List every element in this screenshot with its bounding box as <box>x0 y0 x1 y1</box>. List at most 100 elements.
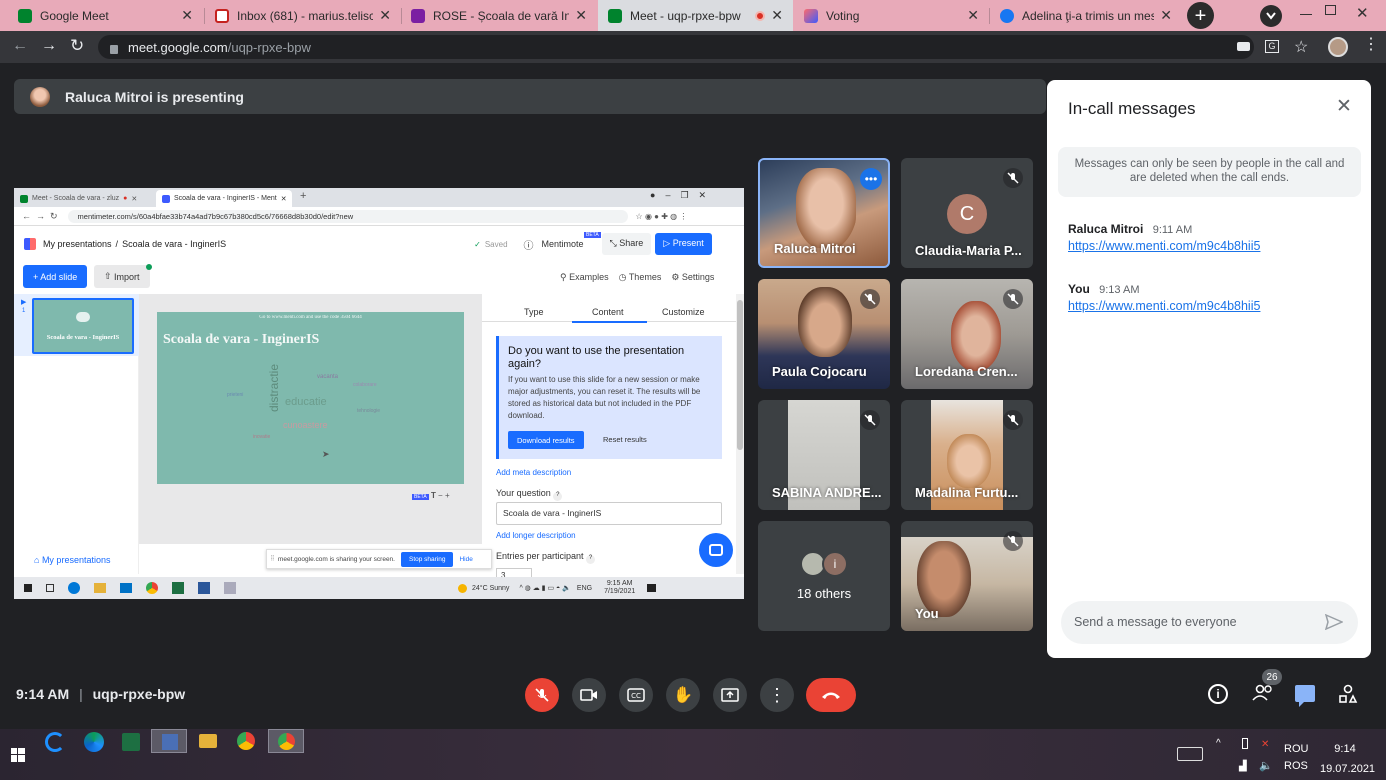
participant-tile-loredana[interactable]: Loredana Cren... <box>901 279 1033 389</box>
volume-icon[interactable]: 🔈 <box>1259 759 1273 772</box>
windows-start-icon[interactable] <box>11 748 25 762</box>
mic-off-icon <box>1003 410 1023 430</box>
participant-tile-sabina[interactable]: SABINA ANDRE... <box>758 400 890 510</box>
close-window-icon[interactable]: ✕ <box>1356 4 1369 22</box>
tab-voting[interactable]: Voting ✕ <box>794 0 989 31</box>
tab-title: Voting <box>826 8 860 23</box>
present-now-button[interactable] <box>713 678 747 712</box>
restore-icon[interactable] <box>1325 5 1336 15</box>
close-tab-icon[interactable]: ✕ <box>575 7 587 24</box>
tab-google-meet[interactable]: Google Meet ✕ <box>8 0 203 31</box>
camera-in-use-icon[interactable] <box>1237 42 1250 51</box>
mentimeter-favicon-icon <box>804 8 818 23</box>
mic-off-icon <box>1003 168 1023 188</box>
meeting-time: 9:14 AM <box>16 686 70 702</box>
tab-rose[interactable]: ROSE - Școala de vară Ingine ✕ <box>401 0 597 31</box>
people-icon <box>1252 684 1272 701</box>
input-language[interactable]: ROU ROS <box>1284 741 1308 775</box>
in-call-messages-panel: In-call messages ✕ Messages can only be … <box>1047 80 1371 658</box>
tab-inbox[interactable]: Inbox (681) - marius.telisca@ ✕ <box>205 0 401 31</box>
close-tab-icon[interactable]: ✕ <box>1160 7 1172 24</box>
participant-tile-you[interactable]: You <box>901 521 1033 631</box>
presenter-avatar <box>30 86 50 107</box>
back-icon[interactable]: ← <box>12 37 28 55</box>
tab-facebook[interactable]: Adelina ţi-a trimis un mesaj ✕ <box>990 0 1182 31</box>
close-tab-icon[interactable]: ✕ <box>967 7 979 24</box>
people-button[interactable]: 26 <box>1252 669 1282 707</box>
slide-preview: Go to www.menti.com and use the code 350… <box>157 312 464 484</box>
mic-off-icon <box>535 688 549 702</box>
keyboard-icon[interactable] <box>1177 747 1203 761</box>
chrome-active-icon[interactable] <box>268 729 304 753</box>
toolbar-options: ⚲ Examples ◷ Themes ⚙ Settings <box>560 272 715 282</box>
presenting-text: Raluca Mitroi is presenting <box>65 88 244 105</box>
show-hidden-icons[interactable]: ^ <box>1216 738 1221 749</box>
reuse-notice: Do you want to use the presentation agai… <box>496 336 722 459</box>
more-options-button[interactable]: ⋮ <box>760 678 794 712</box>
shared-tab-menti: Scoala de vara - InginerIS - Ment ✕ <box>156 190 292 207</box>
participant-tile-claudia[interactable]: C Claudia-Maria P... <box>901 158 1033 268</box>
file-explorer-icon[interactable] <box>199 734 217 748</box>
mic-off-icon <box>1003 289 1023 309</box>
participant-tile-raluca[interactable]: ••• Raluca Mitroi <box>758 158 890 268</box>
profile-avatar[interactable] <box>1328 37 1348 57</box>
raise-hand-button[interactable]: ✋ <box>666 678 700 712</box>
chrome-icon[interactable] <box>237 732 255 750</box>
network-error-icon[interactable]: ✕ <box>1261 739 1269 750</box>
taskbar-clock[interactable]: 9:14 19.07.2021 <box>1320 739 1375 779</box>
chat-message: You 9:13 AM <box>1068 282 1140 296</box>
close-chat-icon[interactable]: ✕ <box>1336 97 1352 116</box>
participant-tile-paula[interactable]: Paula Cojocaru <box>758 279 890 389</box>
send-icon[interactable] <box>1325 614 1343 630</box>
people-count-badge: 26 <box>1262 669 1282 685</box>
more-options-icon[interactable]: ••• <box>860 168 882 190</box>
camera-toggle-button[interactable] <box>572 678 606 712</box>
sharing-notification: ⦙⦙ meet.google.com is sharing your screen… <box>266 549 492 569</box>
tab-search-icon[interactable] <box>1260 5 1282 27</box>
import-button: ⇧ Import <box>94 265 150 288</box>
edge-icon[interactable] <box>84 732 104 752</box>
address-bar[interactable]: meet.google.com /uqp-rpxe-bpw <box>98 35 1254 59</box>
meeting-details-icon[interactable]: i <box>1208 684 1228 704</box>
present-icon <box>721 688 739 702</box>
chat-link[interactable]: https://www.menti.com/m9c4b8hii5 <box>1068 299 1260 313</box>
shared-address-bar: ← → ↻ mentimeter.com/s/60a4bfae33b74a4ad… <box>14 207 744 226</box>
chat-icon[interactable] <box>1295 685 1315 707</box>
forward-icon[interactable]: → <box>41 37 57 55</box>
tab-meet-active[interactable]: Meet - uqp-rpxe-bpw ✕ <box>598 0 793 31</box>
participant-tile-madalina[interactable]: Madalina Furtu... <box>901 400 1033 510</box>
tab-title: Inbox (681) - marius.telisca@ <box>237 8 374 23</box>
mic-off-icon <box>860 410 880 430</box>
close-tab-icon[interactable]: ✕ <box>771 7 783 24</box>
chat-input[interactable]: Send a message to everyone <box>1061 601 1358 644</box>
captions-button[interactable]: CC <box>619 678 653 712</box>
chat-message: Raluca Mitroi 9:11 AM <box>1068 222 1193 236</box>
meet-favicon-icon <box>608 8 622 23</box>
participant-tile-others[interactable]: i 18 others <box>758 521 890 631</box>
text-size-controls: BETA T − + <box>412 491 450 500</box>
close-tab-icon[interactable]: ✕ <box>181 7 193 24</box>
browser-menu-icon[interactable]: ⋮ <box>1363 37 1379 53</box>
minimize-icon[interactable] <box>1300 14 1312 15</box>
translate-icon[interactable]: G <box>1265 40 1279 53</box>
new-tab-button[interactable]: + <box>1187 2 1214 29</box>
battery-icon[interactable] <box>1242 738 1248 749</box>
app-active-icon[interactable] <box>151 729 187 753</box>
close-tab-icon[interactable]: ✕ <box>379 7 391 24</box>
url-host: meet.google.com <box>128 39 228 55</box>
mouse-cursor-icon: ➤ <box>322 449 330 459</box>
chat-link[interactable]: https://www.menti.com/m9c4b8hii5 <box>1068 239 1260 253</box>
bookmark-star-icon[interactable]: ☆ <box>1294 37 1308 57</box>
reload-icon[interactable]: ↻ <box>70 36 84 56</box>
tab-title: ROSE - Școala de vară Ingine <box>433 8 570 23</box>
shared-tab-bar: Meet - Scoala de vara - zluz ● ✕ Scoala de… <box>14 188 744 207</box>
excel-icon[interactable] <box>122 733 140 751</box>
mic-toggle-button[interactable] <box>525 678 559 712</box>
wifi-icon[interactable]: ▟ <box>1239 761 1247 772</box>
activities-button[interactable] <box>1338 684 1358 709</box>
meet-favicon-icon <box>18 8 32 23</box>
hand-icon: ✋ <box>673 687 693 704</box>
add-slide-button: + Add slide <box>23 265 88 288</box>
ie-icon[interactable] <box>45 732 65 752</box>
leave-call-button[interactable] <box>806 678 856 712</box>
